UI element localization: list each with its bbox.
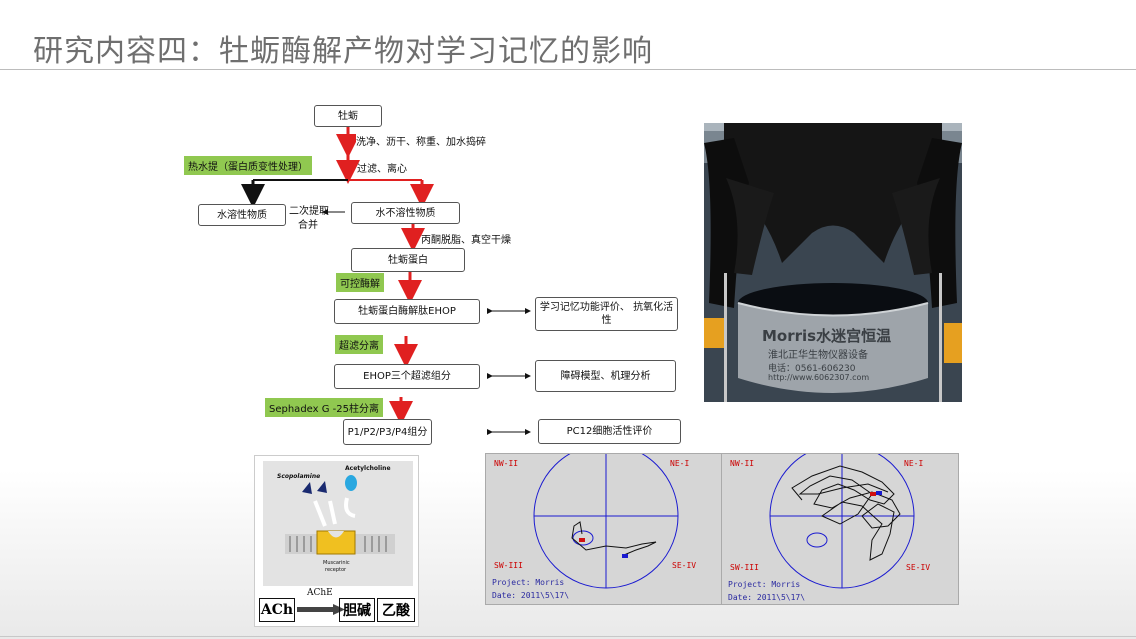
maze-sign-title: Morris水迷宫恒温	[762, 327, 892, 345]
pc12-eval-node: PC12细胞活性评价	[538, 419, 681, 444]
track1-ne-label: NE-I	[670, 459, 690, 468]
oyster-node: 牡蛎	[314, 105, 382, 127]
track2-ne-label: NE-I	[904, 459, 924, 468]
track2-se-label: SE-IV	[906, 563, 931, 572]
wash-step-text: 洗净、沥干、称重、加水捣碎	[356, 133, 486, 148]
ache-label: AChE	[307, 588, 333, 598]
receptor-label-1: Muscarinic	[323, 560, 350, 566]
combine-text-1: 二次提取	[289, 206, 329, 217]
eval-model-node: 障碍模型、机理分析	[535, 360, 676, 392]
track2-nw-label: NW-II	[730, 459, 755, 468]
acetic-acid-box: 乙酸	[377, 598, 415, 622]
track2-date: Date: 2011\5\17\	[728, 593, 806, 602]
oyster-protein-node: 牡蛎蛋白	[351, 248, 465, 272]
track1-date: Date: 2011\5\17\	[492, 591, 570, 600]
enzymolysis-label: 可控酶解	[336, 273, 384, 292]
ehop-fractions-node: EHOP三个超滤组分	[334, 364, 480, 389]
choline-box: 胆碱	[339, 598, 375, 622]
water-maze-photo: Morris水迷宫恒温 淮北正华生物仪器设备 电话：0561-606230 ht…	[704, 123, 962, 402]
track1-se-label: SE-IV	[672, 561, 697, 570]
track2-project: Project: Morris	[728, 580, 801, 589]
receptor-label-2: receptor	[325, 567, 347, 573]
insoluble-node: 水不溶性物质	[351, 202, 460, 224]
ehop-node: 牡蛎蛋白酶解肽EHOP	[334, 299, 480, 324]
filter-step-text: 过滤、离心	[357, 164, 407, 175]
soluble-node: 水溶性物质	[198, 204, 286, 226]
maze-sign-url: http://www.6062307.com	[768, 373, 870, 382]
sephadex-label: Sephadex G -25柱分离	[265, 398, 383, 417]
track1-nw-label: NW-II	[494, 459, 519, 468]
hot-water-label: 热水提（蛋白质变性处理）	[184, 156, 312, 175]
degrease-step-text: 丙酮脱脂、真空干燥	[421, 235, 511, 246]
track1-project: Project: Morris	[492, 578, 565, 587]
track-panel-1: NW-II NE-I SW-III SE-IV Project: Morris …	[485, 453, 723, 605]
track2-sw-label: SW-III	[730, 563, 759, 572]
p-fractions-node: P1/P2/P3/P4组分	[343, 419, 432, 445]
maze-sign-company: 淮北正华生物仪器设备	[768, 350, 868, 361]
ach-box: ACh	[259, 598, 295, 622]
combine-text-2: 合并	[298, 220, 318, 231]
eval-memory-node: 学习记忆功能评价、 抗氧化活性	[535, 297, 678, 331]
ultrafiltration-label: 超滤分离	[335, 335, 383, 354]
track-panel-2: NW-II NE-I SW-III SE-IV Project: Morris …	[721, 453, 959, 605]
receptor-illustration: Scopolamine Acetylcholine Muscarinic rec…	[254, 455, 419, 627]
track1-sw-label: SW-III	[494, 561, 523, 570]
footer-divider	[0, 636, 1136, 637]
